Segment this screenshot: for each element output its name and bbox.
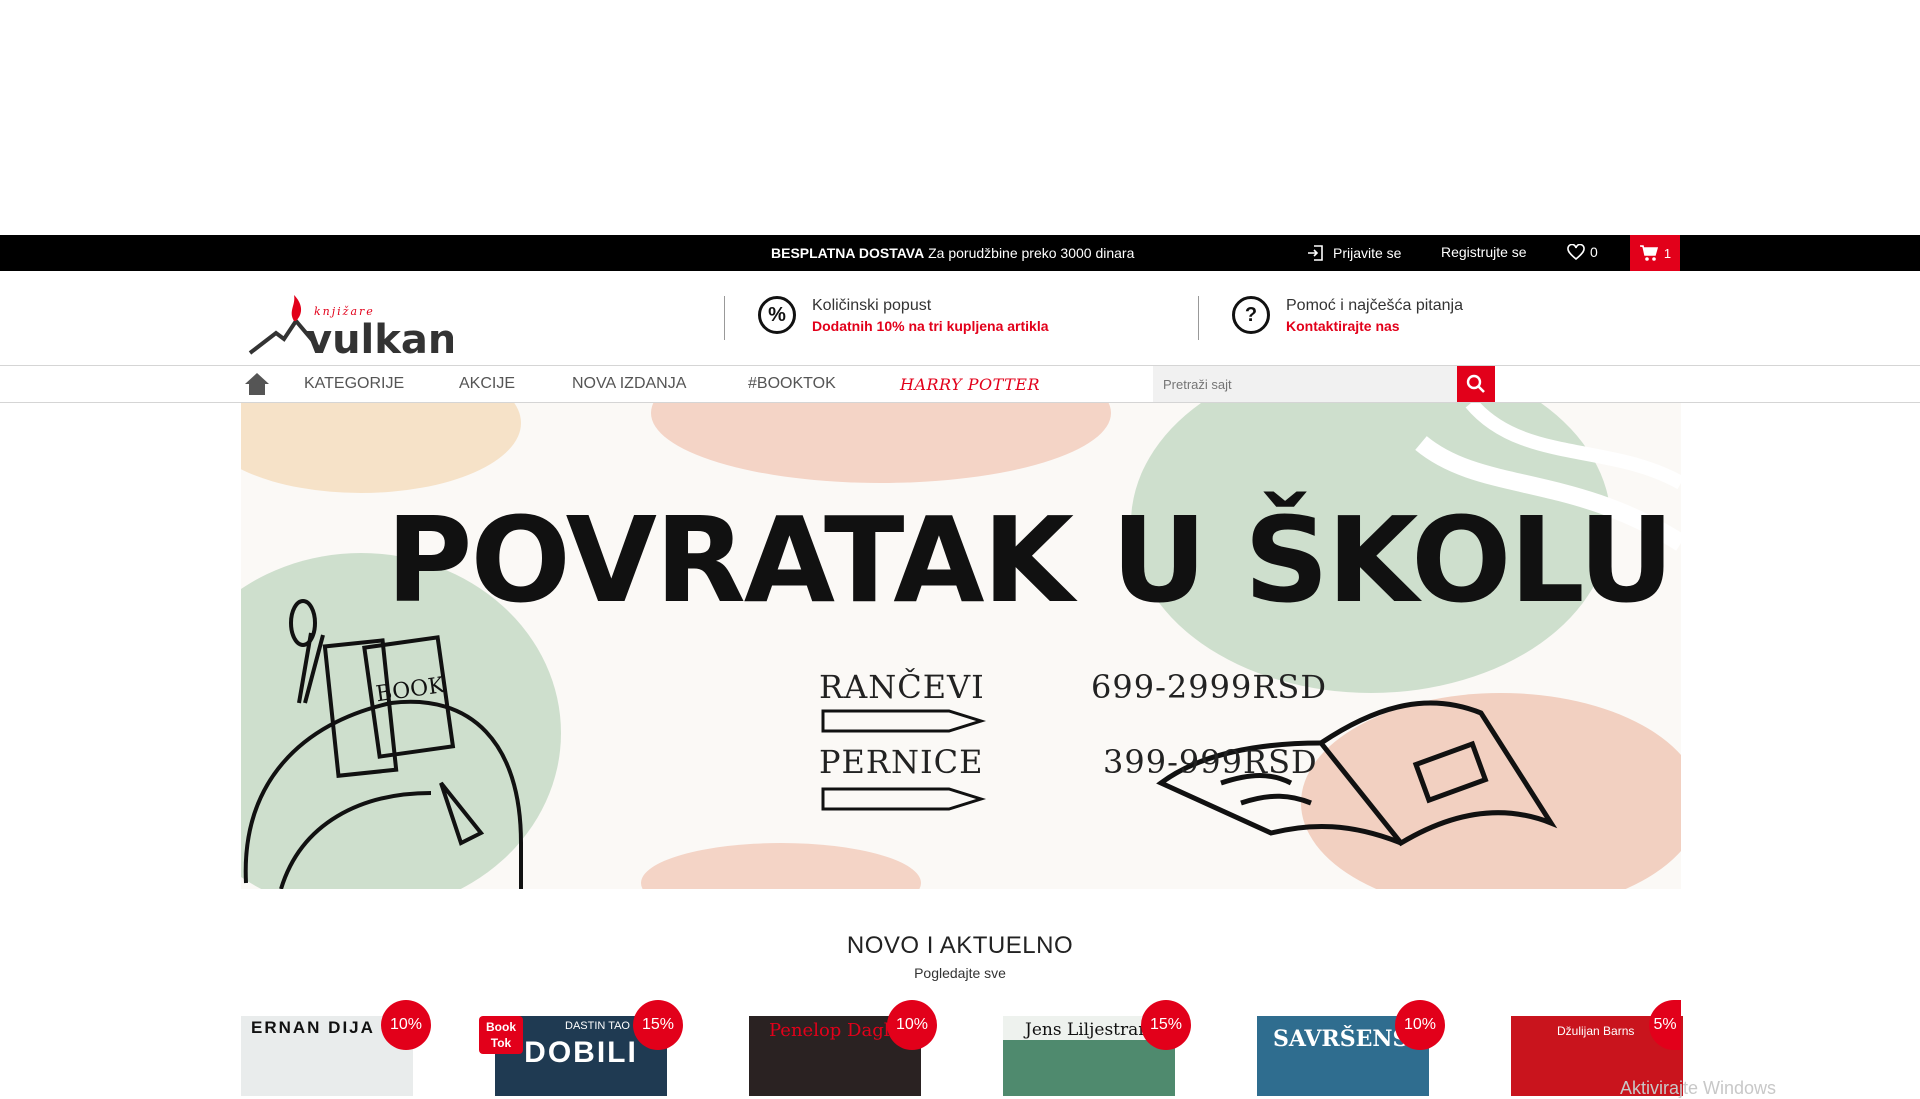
feature-title: Količinski popust	[812, 296, 932, 314]
percent-icon: %	[758, 296, 796, 334]
banner-pencilcases-label: PERNICE	[819, 743, 984, 781]
discount-badge: 10%	[381, 1000, 431, 1050]
help-faq-info[interactable]: ? Pomoć i najčešća pitanja Kontaktirajte…	[1232, 296, 1463, 334]
banner-backpacks-price: 699-2999RSD	[1091, 668, 1327, 706]
login-label: Prijavite se	[1333, 245, 1402, 261]
nav-booktok[interactable]: #BOOKTOK	[748, 375, 836, 393]
os-watermark: Aktivirajte Windows	[1620, 1078, 1777, 1098]
discount-badge: 10%	[887, 1000, 937, 1050]
question-icon: ?	[1232, 296, 1270, 334]
search-icon	[1466, 374, 1485, 393]
banner-backpacks-label: RANČEVI	[819, 668, 985, 706]
search-button[interactable]	[1457, 366, 1495, 402]
top-bar: BESPLATNA DOSTAVA Za porudžbine preko 30…	[0, 235, 1920, 271]
view-all-link[interactable]: Pogledajte sve	[0, 965, 1920, 981]
cart-count: 1	[1663, 245, 1672, 261]
register-link[interactable]: Registrujte se	[1441, 244, 1527, 260]
header-divider	[1198, 296, 1199, 340]
feature-subtitle: Dodatnih 10% na tri kupljena artikla	[812, 317, 1049, 334]
nav-harry-potter[interactable]: HARRY POTTER	[900, 375, 1040, 394]
book-author: DASTIN TAO	[565, 1020, 630, 1032]
search-input[interactable]	[1153, 366, 1457, 402]
promo-bold: BESPLATNA DOSTAVA	[771, 245, 925, 261]
main-nav: KATEGORIJE AKCIJE NOVA IZDANJA #BOOKTOK …	[0, 366, 1920, 403]
promo-text: Za porudžbine preko 3000 dinara	[928, 245, 1135, 261]
banner-pencilcases-price: 399-999RSD	[1103, 743, 1318, 781]
contact-link[interactable]: Kontaktirajte nas	[1286, 318, 1463, 334]
nav-categories[interactable]: KATEGORIJE	[304, 375, 404, 393]
booktok-badge: Book Tok	[479, 1016, 523, 1054]
nav-new-releases[interactable]: NOVA IZDANJA	[572, 375, 686, 393]
site-header: knjižare vulkan % Količinski popust Doda…	[0, 271, 1920, 366]
product-carousel: ERNAN DIJA 10% DOBILI DASTIN TAO Book To…	[241, 1000, 1683, 1096]
discount-badge: 15%	[1141, 1000, 1191, 1050]
cart-button[interactable]: 1	[1630, 235, 1680, 271]
nav-promotions[interactable]: AKCIJE	[459, 375, 515, 393]
quantity-discount-info[interactable]: % Količinski popust Dodatnih 10% na tri …	[758, 296, 1049, 334]
vulkan-logo[interactable]: knjižare vulkan	[248, 291, 453, 361]
discount-badge: 10%	[1395, 1000, 1445, 1050]
feature-title: Pomoć i najčešća pitanja	[1286, 296, 1463, 314]
banner-artwork: BOOK	[241, 403, 1681, 889]
cart-icon	[1639, 245, 1658, 261]
banner-title: POVRATAK U ŠKOLU	[386, 491, 1674, 629]
ad-space	[0, 0, 1920, 235]
login-link[interactable]: Prijavite se	[1307, 244, 1401, 262]
login-icon	[1308, 245, 1323, 261]
wishlist-count: 0	[1590, 244, 1598, 260]
logo-text: vulkan	[306, 317, 453, 361]
free-shipping-promo: BESPLATNA DOSTAVA Za porudžbine preko 30…	[771, 245, 1134, 261]
discount-badge: 15%	[633, 1000, 683, 1050]
home-icon[interactable]	[244, 372, 270, 396]
header-divider	[724, 296, 725, 340]
wishlist-button[interactable]: 0	[1567, 244, 1598, 260]
heart-icon	[1567, 244, 1585, 260]
hero-banner[interactable]: BOOK POVRATAK U ŠKOLU RANČEVI 699-2999RS…	[241, 403, 1681, 889]
section-title: NOVO I AKTUELNO	[846, 932, 1074, 959]
